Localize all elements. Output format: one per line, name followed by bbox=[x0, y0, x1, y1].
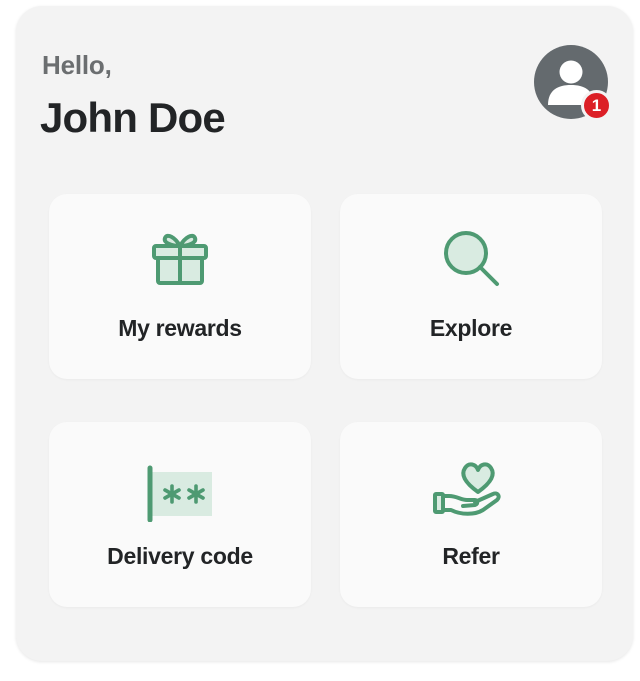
tile-label: Delivery code bbox=[107, 543, 253, 569]
heart-hand-icon bbox=[433, 462, 501, 516]
tile-label: Refer bbox=[442, 543, 500, 569]
password-code-icon bbox=[147, 465, 212, 522]
search-icon bbox=[444, 231, 499, 286]
gift-icon bbox=[152, 233, 208, 285]
tile-refer[interactable]: Refer bbox=[340, 422, 602, 607]
tile-explore[interactable]: Explore bbox=[340, 194, 602, 379]
home-card: Hello, John Doe 1 My rewards Explore Del… bbox=[16, 6, 633, 661]
notification-badge[interactable]: 1 bbox=[581, 90, 612, 121]
tile-label: Explore bbox=[429, 315, 513, 341]
user-name: John Doe bbox=[40, 94, 226, 141]
greeting-text: Hello, bbox=[42, 50, 112, 80]
tile-label: My rewards bbox=[118, 315, 242, 341]
tile-my-rewards[interactable]: My rewards bbox=[49, 194, 311, 379]
tile-delivery-code[interactable]: Delivery code bbox=[49, 422, 311, 607]
